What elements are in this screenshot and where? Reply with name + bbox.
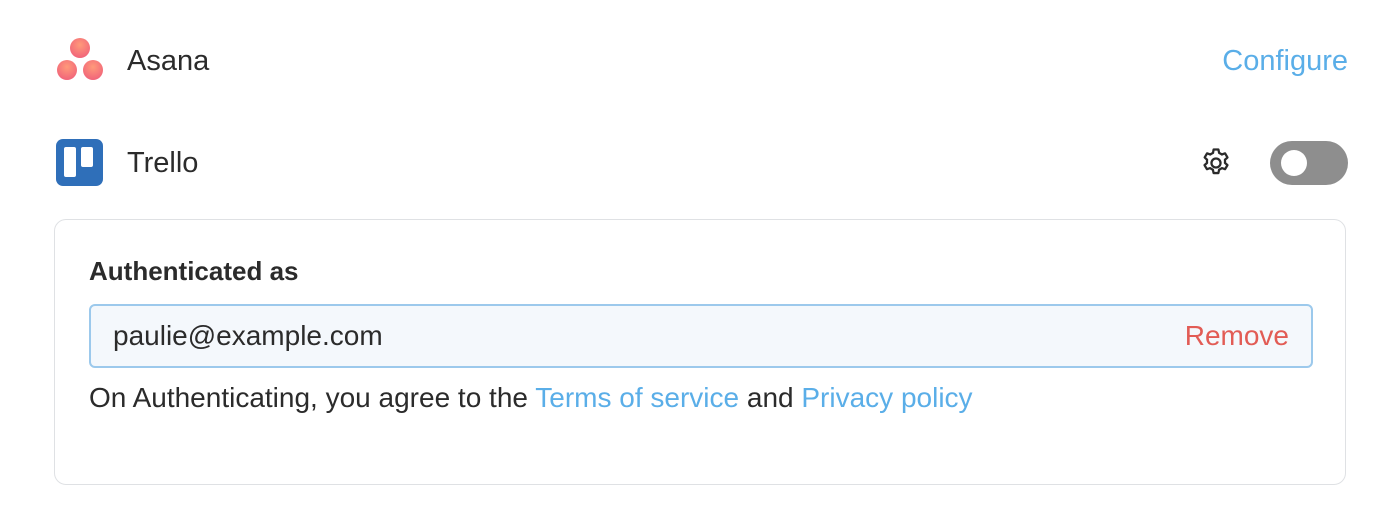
privacy-policy-link[interactable]: Privacy policy — [801, 382, 972, 413]
asana-logo-icon — [55, 36, 105, 86]
remove-button[interactable]: Remove — [1185, 320, 1289, 352]
auth-panel: Authenticated as paulie@example.com Remo… — [54, 219, 1346, 485]
integration-row-trello: Trello — [55, 136, 1348, 190]
trello-enable-toggle[interactable] — [1270, 141, 1348, 185]
agreement-text: On Authenticating, you agree to the Term… — [89, 382, 973, 414]
integration-row-asana: Asana Configure — [55, 34, 1348, 88]
auth-heading: Authenticated as — [89, 256, 299, 286]
agreement-prefix: On Authenticating, you agree to the — [89, 382, 528, 413]
integration-name-trello: Trello — [127, 146, 199, 179]
toggle-knob — [1281, 150, 1307, 176]
agreement-conjunction: and — [746, 382, 794, 413]
authenticated-email: paulie@example.com — [113, 320, 383, 351]
integration-name-asana: Asana — [127, 44, 210, 77]
trello-logo-icon — [55, 138, 105, 188]
authenticated-email-field: paulie@example.com Remove — [89, 304, 1313, 368]
configure-link[interactable]: Configure — [1222, 45, 1348, 78]
gear-icon[interactable] — [1198, 145, 1234, 181]
terms-of-service-link[interactable]: Terms of service — [535, 382, 739, 413]
